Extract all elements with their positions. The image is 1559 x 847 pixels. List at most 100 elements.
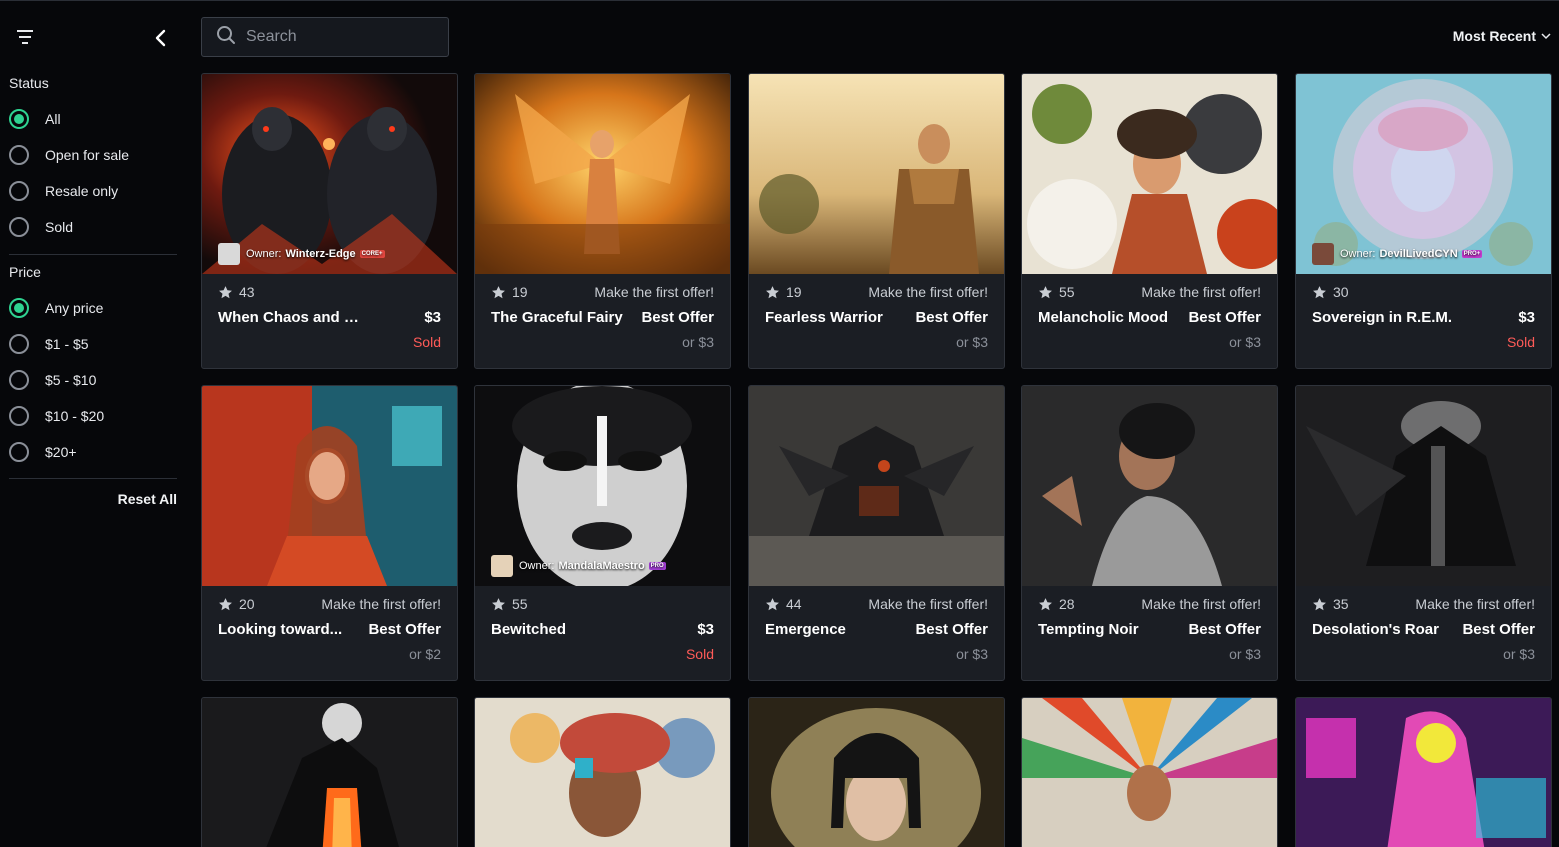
favorite-count: 19: [512, 284, 528, 300]
artwork-card[interactable]: 35 Make the first offer! Desolation's Ro…: [1295, 385, 1552, 681]
offer-note: Make the first offer!: [594, 284, 714, 300]
price-option-label: $20+: [45, 444, 77, 460]
chevron-left-icon[interactable]: [150, 27, 172, 49]
artwork-price: $3: [424, 309, 441, 326]
search-box[interactable]: [201, 17, 449, 57]
radio-unchecked-icon: [9, 217, 29, 237]
status-option-open-for-sale[interactable]: Open for sale: [9, 144, 129, 166]
artwork-thumbnail: [202, 386, 457, 586]
price-option-5-10[interactable]: $5 - $10: [9, 369, 96, 391]
min-offer: or $3: [1229, 334, 1261, 350]
star-icon: [766, 597, 779, 610]
min-offer: or $3: [682, 334, 714, 350]
artwork-thumbnail: [475, 698, 730, 847]
artwork-card[interactable]: [1021, 697, 1278, 847]
status-option-label: Sold: [45, 219, 74, 235]
artwork-card[interactable]: 28 Make the first offer! Tempting Noir B…: [1021, 385, 1278, 681]
artwork-card[interactable]: [748, 697, 1005, 847]
status-option-sold[interactable]: Sold: [9, 216, 73, 238]
star-icon: [1313, 597, 1326, 610]
favorite-button[interactable]: 55: [1038, 284, 1075, 300]
status-option-all[interactable]: All: [9, 108, 61, 130]
favorite-button[interactable]: 19: [491, 284, 528, 300]
status-option-resale-only[interactable]: Resale only: [9, 180, 118, 202]
artwork-thumbnail: [475, 74, 730, 274]
artwork-thumbnail: [1296, 698, 1551, 847]
artwork-card[interactable]: 44 Make the first offer! Emergence Best …: [748, 385, 1005, 681]
artwork-price: Best Offer: [1188, 309, 1261, 326]
artwork-card[interactable]: 19 Make the first offer! Fearless Warrio…: [748, 73, 1005, 369]
favorite-button[interactable]: 35: [1312, 596, 1349, 612]
star-icon: [1039, 285, 1052, 298]
favorite-count: 44: [786, 596, 802, 612]
tier-badge: CORE+: [359, 250, 385, 258]
favorite-button[interactable]: 28: [1038, 596, 1075, 612]
favorite-button[interactable]: 55: [491, 596, 528, 612]
artwork-card[interactable]: 55 Make the first offer! Melancholic Moo…: [1021, 73, 1278, 369]
favorite-button[interactable]: 44: [765, 596, 802, 612]
chevron-down-icon: [1541, 33, 1551, 40]
artwork-title: Melancholic Mood: [1038, 309, 1169, 326]
artwork-title: When Chaos and Order...: [218, 309, 364, 326]
sale-status: Sold: [412, 334, 441, 350]
favorite-button[interactable]: 30: [1312, 284, 1349, 300]
price-option-any[interactable]: Any price: [9, 297, 103, 319]
filter-menu-icon[interactable]: [15, 27, 37, 47]
artwork-price: Best Offer: [641, 309, 714, 326]
artwork-card[interactable]: [474, 697, 731, 847]
top-divider: [0, 0, 1559, 1]
artwork-thumbnail: [1296, 386, 1551, 586]
sidebar-divider: [9, 254, 177, 255]
search-input[interactable]: [246, 28, 446, 46]
star-icon: [219, 285, 232, 298]
avatar: [218, 243, 240, 265]
owner-name: MandalaMaestro: [558, 560, 645, 572]
owner-name: Winterz-Edge: [285, 248, 356, 260]
favorite-count: 43: [239, 284, 255, 300]
artwork-title: Tempting Noir: [1038, 621, 1139, 638]
artwork-card[interactable]: 20 Make the first offer! Looking toward.…: [201, 385, 458, 681]
favorite-button[interactable]: 43: [218, 284, 255, 300]
artwork-price: Best Offer: [368, 621, 441, 638]
artwork-thumbnail: [202, 698, 457, 847]
radio-unchecked-icon: [9, 145, 29, 165]
artwork-price: Best Offer: [915, 309, 988, 326]
artwork-title: Sovereign in R.E.M.: [1312, 309, 1453, 326]
offer-note: Make the first offer!: [321, 596, 441, 612]
offer-note: Make the first offer!: [1141, 596, 1261, 612]
artwork-price: $3: [1518, 309, 1535, 326]
favorite-count: 20: [239, 596, 255, 612]
owner-badge[interactable]: Owner: MandalaMaestro PRO: [491, 554, 666, 578]
sort-dropdown[interactable]: Most Recent: [1453, 28, 1551, 44]
price-option-20-plus[interactable]: $20+: [9, 441, 77, 463]
star-icon: [492, 285, 505, 298]
star-icon: [1313, 285, 1326, 298]
artwork-card[interactable]: Owner: DevilLivedCYN PRO+ 30 Sovereign i…: [1295, 73, 1552, 369]
price-option-10-20[interactable]: $10 - $20: [9, 405, 104, 427]
favorite-count: 28: [1059, 596, 1075, 612]
filter-sidebar: Status All Open for sale Resale only Sol…: [0, 0, 186, 847]
favorite-button[interactable]: 20: [218, 596, 255, 612]
artwork-card[interactable]: 19 Make the first offer! The Graceful Fa…: [474, 73, 731, 369]
radio-unchecked-icon: [9, 442, 29, 462]
favorite-count: 55: [512, 596, 528, 612]
radio-checked-icon: [9, 298, 29, 318]
artwork-title: Looking toward...: [218, 621, 343, 638]
owner-badge[interactable]: Owner: DevilLivedCYN PRO+: [1312, 242, 1483, 266]
artwork-title: Desolation's Roar: [1312, 621, 1439, 638]
favorite-button[interactable]: 19: [765, 284, 802, 300]
reset-all-button[interactable]: Reset All: [118, 491, 177, 507]
price-option-1-5[interactable]: $1 - $5: [9, 333, 89, 355]
artwork-card[interactable]: [1295, 697, 1552, 847]
owner-badge[interactable]: Owner: Winterz-Edge CORE+: [218, 242, 385, 266]
artwork-card[interactable]: Owner: MandalaMaestro PRO 55 Bewitched $…: [474, 385, 731, 681]
artwork-price: $3: [697, 621, 714, 638]
offer-note: Make the first offer!: [1141, 284, 1261, 300]
artwork-card[interactable]: Owner: Winterz-Edge CORE+ 43 When Chaos …: [201, 73, 458, 369]
search-icon: [216, 25, 236, 50]
star-icon: [492, 597, 505, 610]
artwork-price: Best Offer: [915, 621, 988, 638]
sort-label: Most Recent: [1452, 28, 1536, 44]
artwork-card[interactable]: [201, 697, 458, 847]
owner-label: Owner:: [246, 248, 282, 260]
